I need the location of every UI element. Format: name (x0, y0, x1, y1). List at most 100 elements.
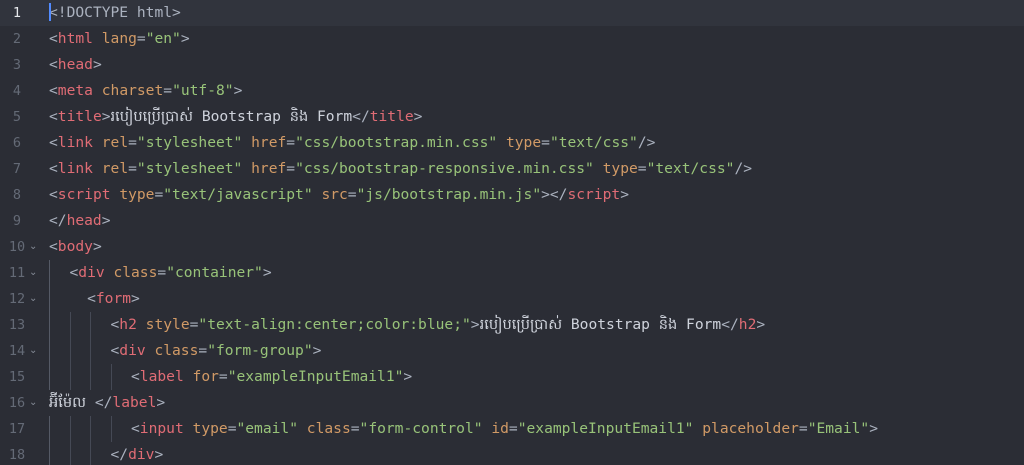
line-code: </div> (49, 442, 1024, 465)
code-token: "exampleInputEmail1" (227, 368, 404, 385)
code-token: html (57, 30, 93, 47)
code-line[interactable]: 11 ⌄ <div class="container"> (0, 260, 1024, 286)
line-code: </head> (49, 208, 1024, 234)
code-token: "text/css" (549, 134, 638, 151)
line-code: <input type="email" class="form-control"… (49, 416, 1024, 442)
code-token: meta (57, 82, 93, 99)
code-line[interactable]: 8 <script type="text/javascript" src="js/… (0, 182, 1024, 208)
code-token: ></ (541, 186, 568, 203)
code-token: lang (101, 30, 137, 47)
code-token: = (637, 160, 647, 177)
code-token: = (508, 420, 518, 437)
code-token: "stylesheet" (136, 160, 243, 177)
line-code: <form> (49, 286, 1024, 312)
code-token: div (119, 342, 146, 359)
code-line[interactable]: 4 <meta charset="utf-8"> (0, 78, 1024, 104)
code-token: "stylesheet" (136, 134, 243, 151)
line-number: 7 (12, 161, 22, 177)
code-line[interactable]: 7 <link rel="stylesheet" href="css/bootst… (0, 156, 1024, 182)
chevron-down-icon[interactable]: ⌄ (29, 338, 37, 364)
line-number: 15 (8, 369, 26, 385)
code-token: label (139, 368, 184, 385)
line-code: <h2 style="text-align:center;color:blue;… (49, 312, 1024, 338)
line-code: <script type="text/javascript" src="js/b… (49, 182, 1024, 208)
line-gutter: 2 (0, 26, 44, 52)
code-token: < (49, 238, 58, 255)
indent-guide (110, 416, 132, 442)
code-token: > (470, 316, 480, 333)
indent-guide (49, 312, 70, 338)
line-gutter: 18 (0, 442, 44, 465)
code-editor[interactable]: 1 <!DOCTYPE html> 2 <html lang="en"> 3 <head>… (0, 0, 1024, 465)
code-token: "text-align:center;color:blue;" (198, 316, 471, 333)
line-gutter: 4 (0, 78, 44, 104)
line-number: 8 (12, 187, 22, 203)
code-token: < (49, 30, 58, 47)
chevron-down-icon[interactable]: ⌄ (29, 286, 37, 312)
line-number: 16 (8, 395, 26, 411)
line-number: 1 (12, 5, 22, 21)
line-number: 12 (8, 291, 26, 307)
code-line[interactable]: 16 ⌄ អ៊ីម៉ែល </label> (0, 390, 1024, 416)
code-token: = (198, 342, 208, 359)
code-token: "container" (166, 264, 263, 281)
indent-guide (90, 416, 111, 442)
line-code: <link rel="stylesheet" href="css/bootstr… (49, 130, 1024, 156)
line-code: <label for="exampleInputEmail1"> (49, 364, 1024, 390)
line-code: <div class="form-group"> (49, 338, 1024, 364)
line-code: <title>របៀបប្រើប្រាស់ Bootstrap និង Form… (49, 104, 1024, 130)
code-lines[interactable]: 1 <!DOCTYPE html> 2 <html lang="en"> 3 <head>… (0, 0, 1024, 465)
code-token: script (57, 186, 111, 203)
code-token: title (57, 108, 102, 125)
code-token: body (57, 238, 93, 255)
indent-guide (69, 364, 91, 390)
line-code: <head> (49, 52, 1024, 78)
chevron-down-icon[interactable]: ⌄ (29, 234, 37, 260)
indent-guide (49, 416, 70, 442)
code-token: "exampleInputEmail1" (517, 420, 694, 437)
code-token: = (286, 134, 296, 151)
code-line[interactable]: 17 <input type="email" class="form-contro… (0, 416, 1024, 442)
code-token: របៀបប្រើប្រាស់ Bootstrap និង Form (110, 108, 353, 125)
code-line[interactable]: 12 ⌄ <form> (0, 286, 1024, 312)
code-line[interactable]: 6 <link rel="stylesheet" href="css/bootst… (0, 130, 1024, 156)
chevron-down-icon[interactable]: ⌄ (29, 260, 37, 286)
line-number: 10 (8, 239, 26, 255)
indent-guide (49, 260, 70, 286)
code-line[interactable]: 1 <!DOCTYPE html> (0, 0, 1024, 26)
indent-guide (49, 364, 70, 390)
code-line[interactable]: 18 </div> (0, 442, 1024, 465)
code-token: > (156, 394, 166, 411)
code-line[interactable]: 14 ⌄ <div class="form-group"> (0, 338, 1024, 364)
code-token: rel (101, 160, 129, 177)
code-token: /> (637, 134, 656, 151)
code-token: h2 (738, 316, 757, 333)
line-gutter: 8 (0, 182, 44, 208)
code-token: > (262, 264, 272, 281)
code-token: "text/css" (646, 160, 735, 177)
code-token: /> (734, 160, 753, 177)
indent-guide (49, 338, 70, 364)
chevron-down-icon[interactable]: ⌄ (29, 390, 37, 416)
code-line[interactable]: 15 <label for="exampleInputEmail1"> (0, 364, 1024, 390)
code-line[interactable]: 3 <head> (0, 52, 1024, 78)
code-token: = (128, 160, 137, 177)
code-line[interactable]: 5 <title>របៀបប្រើប្រាស់ Bootstrap និង For… (0, 104, 1024, 130)
code-token: < (131, 420, 140, 437)
code-line[interactable]: 2 <html lang="en"> (0, 26, 1024, 52)
line-code: <meta charset="utf-8"> (49, 78, 1024, 104)
line-gutter: 15 (0, 364, 44, 390)
code-line[interactable]: 10 ⌄ <body> (0, 234, 1024, 260)
code-token: head (57, 56, 93, 73)
code-line[interactable]: 13 <h2 style="text-align:center;color:blu… (0, 312, 1024, 338)
code-line[interactable]: 9 </head> (0, 208, 1024, 234)
line-code: <div class="container"> (49, 260, 1024, 286)
indent-guide (49, 442, 70, 465)
code-token: type (505, 134, 542, 151)
code-token: type (192, 420, 228, 437)
code-token: script (567, 186, 621, 203)
